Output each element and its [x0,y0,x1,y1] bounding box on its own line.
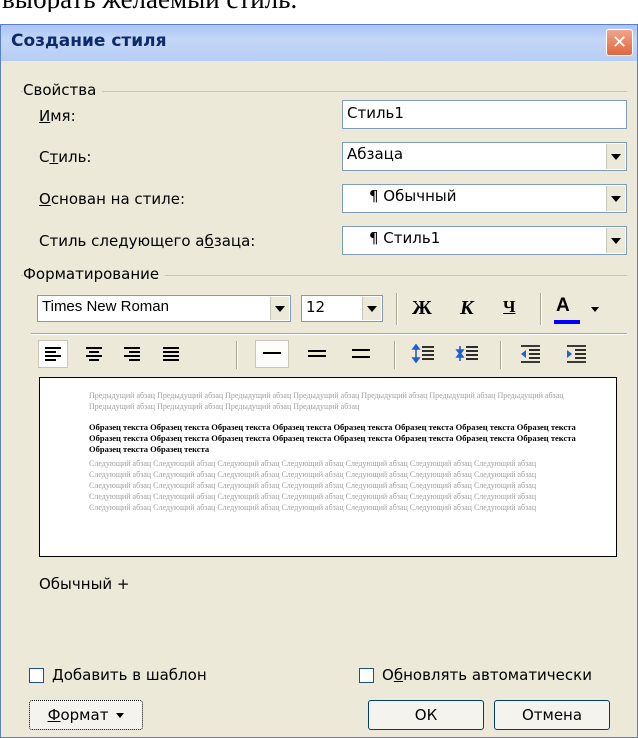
based-on-select[interactable]: ¶ Обычный [342,184,627,213]
align-left-button[interactable] [38,340,68,368]
align-right-button[interactable] [117,340,147,368]
properties-group-label: Свойства [23,81,103,99]
chevron-down-icon [591,307,599,312]
title-bar: Создание стиля ✕ [1,25,637,61]
auto-update-label[interactable]: Обновлять автоматически [382,666,592,684]
based-on-label: Основан на стиле: [39,190,186,208]
align-center-icon [86,347,102,361]
add-to-template-checkbox[interactable] [29,668,44,683]
document-caption: выбрать желаемый стиль. [0,0,638,12]
font-color-button[interactable]: А [554,295,606,325]
align-center-button[interactable] [79,340,109,368]
font-color-letter: А [556,295,570,316]
one-half-spacing-button[interactable] [301,340,333,368]
toolbar-separator [394,341,396,369]
font-name-dropdown[interactable] [270,297,289,320]
chevron-down-icon [611,153,621,160]
align-left-icon [45,347,61,361]
preview-previous-paragraph: Предыдущий абзац Предыдущий абзац Предыд… [89,391,564,411]
font-name-value: Times New Roman [42,298,169,315]
increase-indent-icon [567,345,586,363]
font-size-select[interactable]: 12 [301,295,383,322]
toolbar-separator [500,341,502,369]
properties-group-line [21,91,627,92]
justify-button[interactable] [156,340,186,368]
style-type-dropdown[interactable] [606,144,625,169]
name-label: Имя: [39,107,76,125]
space-after-icon [455,346,478,361]
ok-button[interactable]: ОК [368,700,484,730]
toolbar-row-separator [31,333,627,335]
preview-sample-text: Образец текста Образец текста Образец те… [89,422,576,454]
decrease-indent-icon [521,345,540,363]
add-to-template-label[interactable]: Добавить в шаблон [52,666,207,684]
space-before-icon [411,343,434,364]
next-style-label: Стиль следующего абзаца: [39,232,256,250]
name-input[interactable]: Стиль1 [342,100,627,129]
toolbar-separator [540,293,542,325]
chevron-down-icon [611,237,621,244]
preview-next-paragraph: Следующий абзац Следующий абзац Следующи… [89,459,537,512]
create-style-dialog: Создание стиля ✕ Свойства Имя: Стиль1 Ст… [0,24,638,738]
underline-button[interactable]: Ч [503,297,515,317]
close-button[interactable]: ✕ [606,29,633,56]
font-size-dropdown[interactable] [362,297,381,320]
chevron-down-icon [116,712,125,718]
decrease-indent-button[interactable] [515,340,545,368]
style-label: Стиль: [39,148,92,166]
format-button-label: Формат [47,706,109,724]
space-after-button[interactable] [453,340,483,368]
italic-button[interactable]: К [460,297,474,320]
font-color-bar [554,320,580,324]
cancel-button[interactable]: Отмена [494,700,610,730]
based-on-dropdown[interactable] [606,186,625,211]
single-spacing-button[interactable] [255,340,289,368]
increase-indent-button[interactable] [561,340,591,368]
one-half-spacing-icon [308,350,326,357]
align-right-icon [124,347,140,361]
space-before-button[interactable] [409,340,439,368]
style-type-value: Абзаца [347,145,404,163]
dialog-title: Создание стиля [11,31,167,51]
formatting-group-label: Форматирование [23,265,166,283]
style-type-select[interactable]: Абзаца [342,142,627,171]
chevron-down-icon [275,305,285,312]
single-spacing-icon [263,352,281,354]
double-spacing-button[interactable] [345,340,377,368]
chevron-down-icon [611,195,621,202]
chevron-down-icon [367,305,377,312]
double-spacing-icon [352,349,370,358]
justify-icon [163,347,179,361]
style-description: Обычный + [39,575,130,593]
next-style-dropdown[interactable] [606,228,625,253]
toolbar-separator [396,293,398,325]
next-style-value: ¶ Стиль1 [369,229,441,247]
format-button[interactable]: Формат [29,700,143,730]
font-size-value: 12 [306,298,326,316]
next-style-select[interactable]: ¶ Стиль1 [342,226,627,255]
based-on-value: ¶ Обычный [369,187,457,205]
toolbar-separator [236,341,238,369]
auto-update-checkbox[interactable] [359,668,374,683]
close-icon: ✕ [611,32,628,53]
font-name-select[interactable]: Times New Roman [37,295,291,322]
bold-button[interactable]: Ж [412,297,432,320]
style-preview: Предыдущий абзац Предыдущий абзац Предыд… [39,377,617,557]
